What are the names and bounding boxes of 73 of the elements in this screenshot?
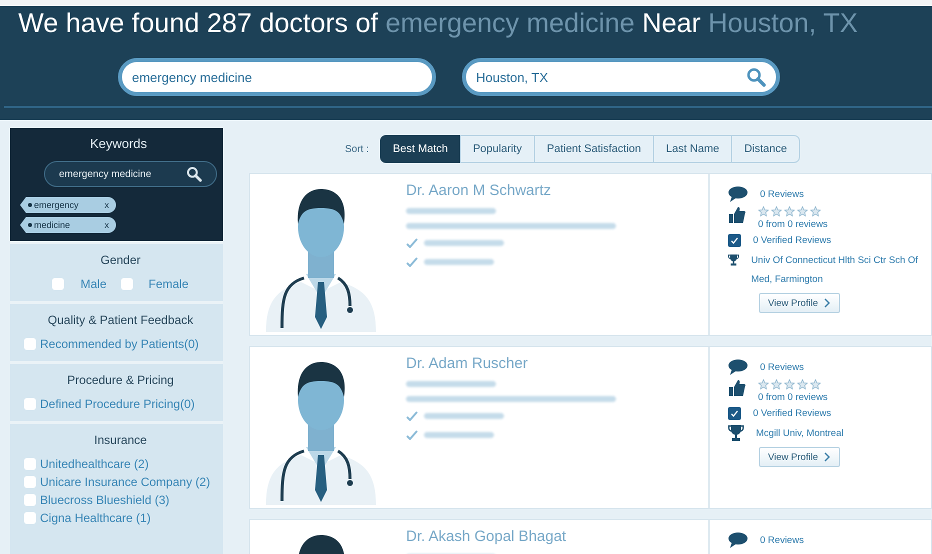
star-icon xyxy=(784,206,795,217)
filter-section-title: Procedure & Pricing xyxy=(66,373,175,387)
keyword-search-field[interactable]: emergency medicine xyxy=(44,161,217,187)
speech-bubble-icon xyxy=(728,532,748,548)
reviews-count: 0 Reviews xyxy=(760,188,804,200)
blurred-text-placeholder xyxy=(424,432,494,438)
filter-option-label: Female xyxy=(148,277,189,291)
checkbox[interactable] xyxy=(24,494,36,506)
sort-tab[interactable]: Popularity xyxy=(460,135,535,163)
checkbox-icon xyxy=(728,234,741,247)
medical-school: Mcgill Univ, Montreal xyxy=(756,427,844,441)
checkbox-icon xyxy=(728,407,741,420)
sort-tab[interactable]: Patient Satisfaction xyxy=(534,135,654,163)
checkmark-icon xyxy=(406,238,418,248)
remove-tag-button[interactable]: x xyxy=(104,220,109,230)
sort-tab[interactable]: Distance xyxy=(731,135,800,163)
checkbox[interactable] xyxy=(24,512,36,524)
star-icon xyxy=(771,206,782,217)
keyword-tag: medicine x xyxy=(20,217,116,233)
speech-bubble-icon xyxy=(728,186,748,202)
keywords-title: Keywords xyxy=(88,136,148,151)
checkmark-icon xyxy=(406,257,418,267)
thumbs-up-icon xyxy=(728,206,746,224)
sort-tab[interactable]: Last Name xyxy=(653,135,732,163)
star-icon xyxy=(797,206,808,217)
star-icon xyxy=(810,379,821,390)
star-icon xyxy=(797,379,808,390)
sort-label: Sort : xyxy=(345,144,369,154)
speech-bubble-icon xyxy=(728,359,748,375)
blurred-text-placeholder xyxy=(424,259,494,265)
filter-option-label: Cigna Healthcare (1) xyxy=(40,511,151,525)
reviews-count: 0 Reviews xyxy=(760,534,804,546)
filter-section-title: Gender xyxy=(99,253,142,267)
sort-tab[interactable]: Best Match xyxy=(380,135,461,163)
checkbox[interactable] xyxy=(24,398,36,410)
chevron-icon xyxy=(824,298,831,308)
search-icon[interactable] xyxy=(186,166,202,182)
checkbox[interactable] xyxy=(24,458,36,470)
filter-option-label: Bluecross Blueshield (3) xyxy=(40,493,170,507)
checkbox[interactable] xyxy=(120,278,132,290)
rating-summary: 0 from 0 reviews xyxy=(758,219,828,230)
star-icon xyxy=(784,379,795,390)
specialty-search-field[interactable]: emergency medicine xyxy=(118,58,436,96)
chevron-icon xyxy=(824,452,831,462)
filter-section-title: Insurance xyxy=(93,433,148,447)
star-icon xyxy=(771,379,782,390)
location-search-field[interactable]: Houston, TX xyxy=(462,58,780,96)
checkmark-icon xyxy=(406,430,418,440)
filter-option-label: Defined Procedure Pricing(0) xyxy=(40,397,195,411)
trophy-icon xyxy=(728,424,744,442)
verified-reviews: 0 Verified Reviews xyxy=(753,235,832,246)
checkbox[interactable] xyxy=(24,476,36,488)
reviews-count: 0 Reviews xyxy=(760,362,804,372)
checkmark-icon xyxy=(406,411,418,421)
checkbox[interactable] xyxy=(52,278,64,290)
results-heading: We have found 287 doctors of emergency medicine Near Houston, TX xyxy=(18,7,858,40)
filter-option-label: Unicare Insurance Company (2) xyxy=(40,475,210,489)
star-icon xyxy=(810,206,821,217)
view-profile-button[interactable]: View Profile xyxy=(759,293,840,313)
medical-school: Univ Of Connecticut Hlth Sci Ctr Sch Of Med, Farmington xyxy=(751,254,918,287)
keyword-tag: emergency x xyxy=(20,197,116,213)
verified-reviews: 0 Verified Reviews xyxy=(753,408,832,419)
checkbox[interactable] xyxy=(24,338,36,350)
filter-option-label: Male xyxy=(80,277,106,291)
star-icon xyxy=(758,206,769,217)
filter-option-label: Unitedhealthcare (2) xyxy=(40,457,149,471)
rating-summary: 0 from 0 reviews xyxy=(758,392,828,403)
remove-tag-button[interactable]: x xyxy=(104,200,109,210)
filter-section-title: Quality & Patient Feedback xyxy=(46,313,194,327)
star-icon xyxy=(758,379,769,390)
thumbs-up-icon xyxy=(728,379,746,397)
view-profile-button[interactable]: View Profile xyxy=(759,447,840,467)
filter-option-label: Recommended by Patients(0) xyxy=(40,337,199,351)
